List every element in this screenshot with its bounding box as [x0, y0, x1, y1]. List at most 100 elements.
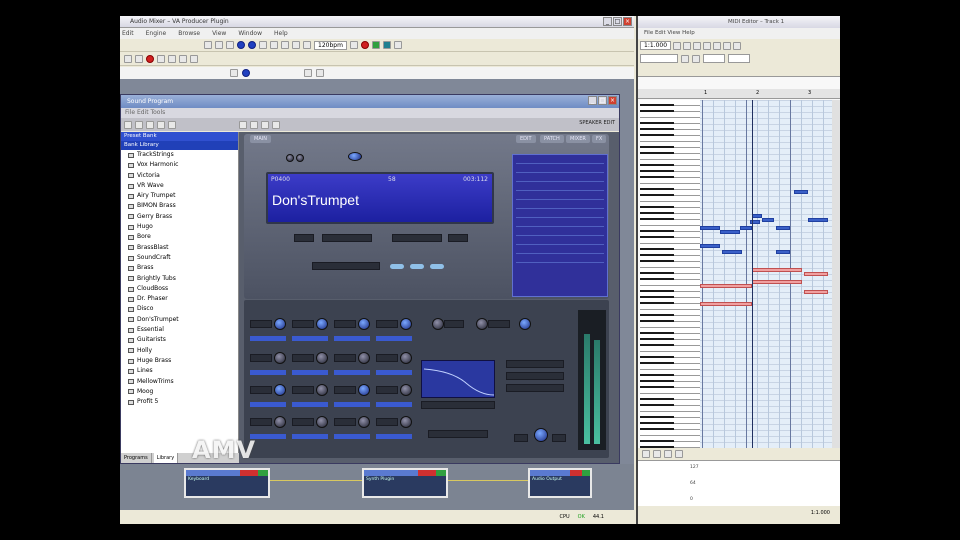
preset-list-item[interactable]: CloudBoss: [121, 284, 238, 294]
osc-knob[interactable]: [316, 416, 328, 428]
osc-knob[interactable]: [400, 384, 412, 396]
bank-list-header[interactable]: Bank Library: [121, 141, 238, 150]
osc-knob[interactable]: [274, 416, 286, 428]
midi-note[interactable]: [776, 250, 790, 254]
menu-item-edit[interactable]: Edit: [122, 28, 134, 39]
preset-list-item[interactable]: MellowTrims: [121, 377, 238, 387]
settings-icon[interactable]: [316, 69, 324, 77]
pause-icon[interactable]: [168, 55, 176, 63]
roll-pencil-icon[interactable]: [642, 450, 650, 458]
midi-note[interactable]: [700, 226, 720, 230]
preset-list-item[interactable]: Don'sTrumpet: [121, 315, 238, 325]
osc-knob[interactable]: [400, 352, 412, 364]
preset-list-item[interactable]: Essential: [121, 325, 238, 335]
loop-icon[interactable]: [259, 41, 267, 49]
roll-menu-bar[interactable]: File Edit View Help: [638, 28, 840, 39]
preset-list-header[interactable]: Preset Bank: [121, 132, 238, 141]
midi-note[interactable]: [752, 214, 762, 218]
stop-icon[interactable]: [135, 55, 143, 63]
osc-knob[interactable]: [358, 384, 370, 396]
patch-mode-icon[interactable]: [250, 120, 258, 129]
plugin-menu-bar[interactable]: File Edit Tools: [121, 108, 619, 118]
midi-note[interactable]: [794, 190, 808, 194]
roll-snap-icon[interactable]: [703, 41, 712, 50]
roll-stop-icon[interactable]: [683, 41, 692, 50]
plugin-minimize-button[interactable]: _: [588, 96, 597, 105]
tab-mixer[interactable]: MIXER: [566, 135, 590, 143]
piano-keyboard[interactable]: [640, 100, 700, 450]
minimize-button[interactable]: _: [603, 17, 612, 26]
menu-item-view[interactable]: View: [212, 28, 226, 39]
preset-list-item[interactable]: Brass: [121, 263, 238, 273]
node-synth[interactable]: Synth Plugin: [362, 468, 448, 498]
zoom-icon[interactable]: [292, 41, 300, 49]
midi-note[interactable]: [720, 230, 740, 234]
preset-list-item[interactable]: Bore: [121, 232, 238, 242]
lfo-wave-field[interactable]: [444, 320, 464, 328]
roll-quantize-icon[interactable]: [713, 41, 722, 50]
category-field[interactable]: [294, 234, 314, 242]
roll-zoom-out-icon[interactable]: [692, 54, 700, 63]
tempo-field[interactable]: 120bpm: [314, 40, 347, 50]
midi-note[interactable]: [804, 272, 828, 276]
preset-list-item[interactable]: Brightly Tubs: [121, 274, 238, 284]
menu-item-browse[interactable]: Browse: [178, 28, 200, 39]
filter-type-select[interactable]: [421, 401, 495, 409]
midi-note[interactable]: [752, 268, 802, 272]
back-icon[interactable]: [124, 120, 132, 129]
note-grid[interactable]: [700, 100, 832, 448]
roll-vertical-scrollbar[interactable]: [832, 100, 840, 448]
select-tool-icon[interactable]: [204, 41, 212, 49]
forward-icon[interactable]: [179, 55, 187, 63]
mixer-icon[interactable]: [382, 41, 391, 49]
preset-list-item[interactable]: Guitarists: [121, 335, 238, 345]
play-icon[interactable]: [157, 55, 165, 63]
roll-track-select[interactable]: [640, 54, 678, 63]
audio-icon[interactable]: [242, 69, 250, 77]
velocity-pane[interactable]: 127 64 0: [638, 460, 840, 506]
synth-tab-main[interactable]: MAIN: [250, 135, 271, 143]
roll-loop-icon[interactable]: [693, 41, 702, 50]
roll-zoom-in-icon[interactable]: [681, 54, 689, 63]
filter-mode-select[interactable]: [428, 430, 488, 438]
monitor-icon[interactable]: [248, 41, 256, 49]
tab-library[interactable]: Library: [153, 453, 179, 463]
plugin-icon[interactable]: [371, 41, 380, 49]
page-field[interactable]: [448, 234, 468, 242]
roll-ruler[interactable]: 1 2 3: [638, 89, 840, 99]
preset-list-item[interactable]: TrackStrings: [121, 150, 238, 160]
lfo-depth-knob[interactable]: [476, 318, 488, 330]
preset-list-item[interactable]: Victoria: [121, 171, 238, 181]
midi-note[interactable]: [752, 280, 802, 284]
preset-list-item[interactable]: Dr. Phaser: [121, 294, 238, 304]
copy-tool-icon[interactable]: [226, 41, 234, 49]
node-keyboard[interactable]: Keyboard: [184, 468, 270, 498]
menu-item-engine[interactable]: Engine: [146, 28, 167, 39]
preset-list-item[interactable]: Profit 5: [121, 397, 238, 407]
option-button-3[interactable]: [430, 264, 444, 269]
edit-parameter-panel[interactable]: [512, 154, 608, 297]
tab-edit[interactable]: EDIT: [516, 135, 536, 143]
preset-list-item[interactable]: Holly: [121, 346, 238, 356]
maximize-button[interactable]: □: [613, 17, 622, 26]
option-button-2[interactable]: [410, 264, 424, 269]
midi-note[interactable]: [722, 250, 742, 254]
osc-knob[interactable]: [400, 416, 412, 428]
roll-play-icon[interactable]: [673, 41, 682, 50]
tab-programs[interactable]: Programs: [121, 453, 152, 463]
midi-note[interactable]: [808, 218, 828, 222]
edit-mode-icon[interactable]: [239, 120, 247, 129]
osc-knob[interactable]: [358, 352, 370, 364]
midi-note[interactable]: [762, 218, 774, 222]
node-output[interactable]: Audio Output: [528, 468, 592, 498]
bank-field[interactable]: [392, 234, 442, 242]
arp-mode-select[interactable]: [506, 360, 564, 368]
preset-list-item[interactable]: Hugo: [121, 222, 238, 232]
browser-icon[interactable]: [304, 69, 312, 77]
forward-nav-icon[interactable]: [135, 120, 143, 129]
close-button[interactable]: ×: [623, 17, 632, 26]
master-volume-knob[interactable]: [534, 428, 548, 442]
cut-tool-icon[interactable]: [215, 41, 223, 49]
grid-icon[interactable]: [349, 41, 358, 49]
roll-length-select[interactable]: [728, 54, 750, 63]
